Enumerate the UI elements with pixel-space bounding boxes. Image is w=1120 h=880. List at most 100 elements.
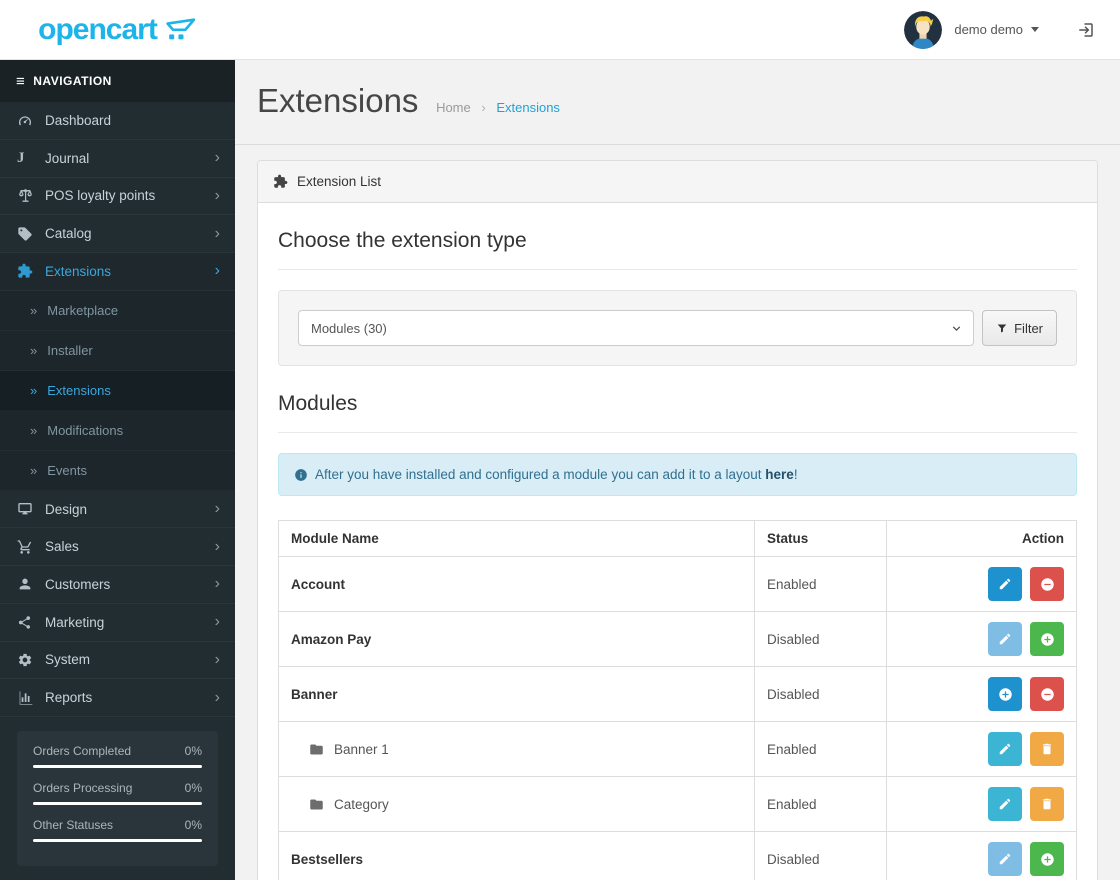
- module-status: Enabled: [754, 776, 887, 832]
- table-row-amazon-pay: Amazon Pay Disabled: [278, 611, 1077, 667]
- layout-here-link[interactable]: here: [765, 467, 794, 482]
- uninstall-button[interactable]: [1030, 677, 1064, 711]
- edit-button[interactable]: [988, 787, 1023, 821]
- selected-option: Modules (30): [311, 320, 387, 336]
- user-icon: [17, 576, 45, 592]
- submenu-item-extensions[interactable]: » Extensions: [0, 370, 235, 411]
- nav-header: ≡ NAVIGATION: [0, 60, 235, 103]
- modules-title: Modules: [278, 392, 1077, 433]
- table-row-banner: Banner Disabled: [278, 666, 1077, 722]
- breadcrumb-home[interactable]: Home: [436, 100, 471, 115]
- chevron-right-icon: ›: [214, 537, 220, 555]
- sidebar-item-catalog[interactable]: Catalog ›: [0, 215, 235, 254]
- page-title: Extensions: [257, 82, 419, 119]
- pencil-icon: [998, 577, 1012, 591]
- install-button[interactable]: [1030, 842, 1064, 876]
- choose-extension-type-title: Choose the extension type: [278, 229, 1077, 270]
- puzzle-icon: [17, 263, 45, 279]
- progress-bar: [33, 764, 202, 768]
- logout-button[interactable]: [1077, 21, 1095, 39]
- chevron-right-icon: ›: [214, 186, 220, 204]
- breadcrumb-extensions[interactable]: Extensions: [496, 100, 560, 115]
- caret-down-icon: [1031, 27, 1039, 32]
- stat-orders-processing: Orders Processing 0%: [33, 781, 202, 805]
- cart-logo-icon: [166, 17, 196, 39]
- col-status: Status: [754, 520, 887, 557]
- double-angle-icon: »: [30, 342, 38, 358]
- table-header-row: Module Name Status Action: [278, 520, 1077, 557]
- double-angle-icon: »: [30, 422, 38, 438]
- submenu-item-modifications[interactable]: » Modifications: [0, 411, 235, 451]
- panel-body: Choose the extension type Modules (30) F…: [258, 203, 1097, 880]
- chevron-right-icon: ›: [214, 224, 220, 242]
- submenu-item-events[interactable]: » Events: [0, 451, 235, 491]
- tags-icon: [17, 226, 45, 242]
- chevron-right-icon: ›: [214, 613, 220, 631]
- minus-circle-icon: [1040, 687, 1055, 702]
- edit-button[interactable]: [988, 732, 1023, 766]
- sidebar-item-sales[interactable]: Sales ›: [0, 528, 235, 567]
- chevron-right-icon: ›: [214, 262, 220, 280]
- pencil-icon: [998, 852, 1012, 866]
- module-name: Amazon Pay: [278, 611, 755, 667]
- edit-button-disabled[interactable]: [988, 842, 1023, 876]
- submenu-item-installer[interactable]: » Installer: [0, 331, 235, 371]
- install-button[interactable]: [1030, 622, 1064, 656]
- gear-icon: [17, 652, 45, 668]
- sidebar-item-dashboard[interactable]: Dashboard: [0, 102, 235, 140]
- stat-value: 0%: [184, 780, 202, 795]
- sidebar-item-design[interactable]: Design ›: [0, 491, 235, 529]
- shopping-cart-icon: [17, 539, 45, 555]
- col-action: Action: [886, 520, 1077, 557]
- chevron-right-icon: ›: [214, 575, 220, 593]
- sign-out-icon: [1077, 21, 1095, 39]
- stat-value: 0%: [184, 817, 202, 832]
- breadcrumb-separator-icon: ›: [481, 100, 486, 115]
- layout-info-alert: After you have installed and configured …: [278, 453, 1077, 496]
- delete-button[interactable]: [1030, 787, 1064, 821]
- sidebar-item-reports[interactable]: Reports ›: [0, 679, 235, 717]
- minus-circle-icon: [1040, 577, 1055, 592]
- journal-icon: J: [17, 149, 25, 166]
- sidebar-item-extensions[interactable]: Extensions ›: [0, 253, 235, 291]
- breadcrumb: Home › Extensions: [436, 100, 560, 115]
- plus-circle-icon: [1040, 632, 1055, 647]
- pencil-icon: [998, 742, 1012, 756]
- table-row-banner-1: Banner 1 Enabled: [278, 721, 1077, 777]
- bars-icon: ≡: [16, 72, 26, 90]
- opencart-logo[interactable]: opencart: [38, 12, 197, 46]
- module-name: Bestsellers: [278, 831, 755, 880]
- top-header: opencart demo demo: [0, 0, 1120, 60]
- sidebar-item-customers[interactable]: Customers ›: [0, 566, 235, 604]
- sidebar-item-pos-loyalty-points[interactable]: POS loyalty points ›: [0, 178, 235, 216]
- sidebar-item-journal[interactable]: J Journal ›: [0, 140, 235, 178]
- submenu-item-marketplace[interactable]: » Marketplace: [0, 291, 235, 331]
- double-angle-icon: »: [30, 382, 38, 398]
- module-status: Disabled: [754, 831, 887, 880]
- stat-other-statuses: Other Statuses 0%: [33, 818, 202, 842]
- pencil-icon: [998, 632, 1012, 646]
- filter-button[interactable]: Filter: [982, 310, 1057, 346]
- edit-button[interactable]: [988, 567, 1023, 601]
- delete-button[interactable]: [1030, 732, 1064, 766]
- select-arrow-icon: [952, 325, 961, 331]
- uninstall-button[interactable]: [1030, 567, 1064, 601]
- double-angle-icon: »: [30, 462, 38, 478]
- user-menu[interactable]: demo demo: [904, 10, 1039, 49]
- extensions-submenu: » Marketplace » Installer » Extensions »…: [0, 290, 235, 491]
- edit-button-disabled[interactable]: [988, 622, 1023, 656]
- stat-orders-completed: Orders Completed 0%: [33, 744, 202, 768]
- sidebar-item-system[interactable]: System ›: [0, 642, 235, 680]
- trash-icon: [1040, 797, 1054, 811]
- puzzle-icon: [273, 174, 288, 189]
- double-angle-icon: »: [30, 302, 38, 318]
- logo-text: opencart: [38, 12, 158, 46]
- module-status: Disabled: [754, 666, 887, 722]
- progress-bar: [33, 838, 202, 842]
- extension-type-select[interactable]: Modules (30): [298, 310, 975, 346]
- panel-heading-label: Extension List: [297, 174, 382, 189]
- sidebar-item-marketing[interactable]: Marketing ›: [0, 604, 235, 642]
- sidebar: ≡ NAVIGATION Dashboard J Journal › POS l…: [0, 60, 235, 880]
- share-icon: [17, 615, 45, 630]
- add-module-button[interactable]: [988, 677, 1023, 711]
